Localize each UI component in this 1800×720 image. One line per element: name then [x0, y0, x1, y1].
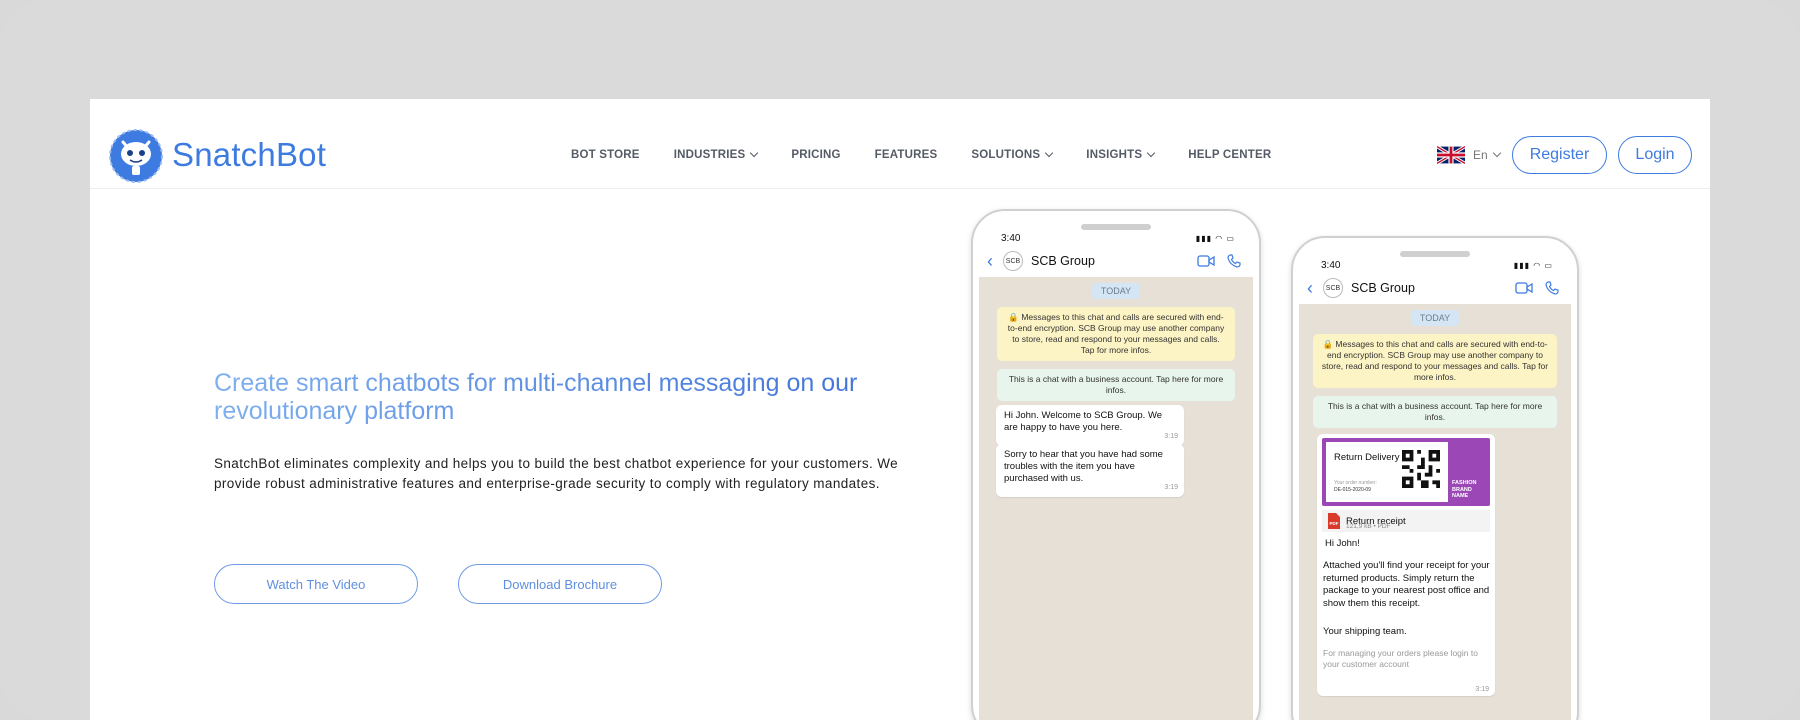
chevron-down-icon: [750, 148, 759, 158]
business-notice: This is a chat with a business account. …: [1313, 396, 1557, 428]
file-meta: 121,9 kB • PDF: [1346, 523, 1391, 530]
chat-body: TODAY 🔒 Messages to this chat and calls …: [979, 277, 1253, 720]
phone-screen: 3:40 ▮▮▮ ◠ ▭ ‹ SCB SCB Group TODAY 🔒 Mes…: [979, 217, 1253, 720]
nav-insights[interactable]: INSIGHTS: [1086, 148, 1156, 161]
uk-flag-icon: [1437, 146, 1465, 164]
language-selector[interactable]: En: [1437, 146, 1501, 164]
avatar: SCB: [1323, 278, 1343, 298]
encryption-notice: 🔒 Messages to this chat and calls are se…: [1313, 334, 1557, 388]
video-call-icon: [1515, 282, 1533, 294]
message-time: 3:19: [1475, 686, 1489, 693]
nav-label: INDUSTRIES: [673, 149, 746, 161]
hero-description: SnatchBot eliminates complexity and help…: [214, 456, 899, 491]
chat-header: ‹ SCB SCB Group: [979, 248, 1253, 274]
nav-bot-store[interactable]: BOT STORE: [571, 149, 640, 161]
receipt-message: Return Delivery Your order number: DE-01…: [1317, 434, 1495, 696]
status-time: 3:40: [1321, 260, 1341, 271]
signal-battery-icon: ▮▮▮ ◠ ▭: [1195, 234, 1235, 243]
pdf-file-icon: PDF: [1328, 513, 1340, 529]
nav-pricing[interactable]: PRICING: [791, 149, 840, 161]
nav-label: BOT STORE: [571, 149, 640, 161]
ticket-body: Return Delivery Your order number: DE-01…: [1326, 442, 1448, 502]
svg-text:PDF: PDF: [1330, 521, 1339, 526]
chat-contact-name: SCB Group: [1031, 254, 1095, 268]
chat-message: Sorry to hear that you have had some tro…: [996, 444, 1184, 497]
ticket-subtitle: Your order number:: [1334, 480, 1377, 486]
chevron-down-icon: [1045, 148, 1054, 158]
chat-contact-name: SCB Group: [1351, 281, 1415, 295]
back-arrow-icon: ‹: [987, 250, 993, 271]
phone-notch: [1081, 224, 1151, 230]
snatchbot-logo-icon[interactable]: [108, 128, 164, 184]
login-button[interactable]: Login: [1618, 136, 1692, 174]
phone-call-icon: [1545, 281, 1559, 295]
back-arrow-icon: ‹: [1307, 277, 1313, 298]
browser-frame: SnatchBot BOT STORE INDUSTRIES PRICING F…: [0, 0, 1800, 720]
language-label: En: [1473, 148, 1488, 162]
nav-help-center[interactable]: HELP CENTER: [1188, 149, 1271, 161]
video-call-icon: [1197, 255, 1215, 267]
nav-label: HELP CENTER: [1188, 149, 1272, 161]
nav-label: INSIGHTS: [1086, 149, 1143, 161]
message-text: Sorry to hear that you have had some tro…: [1004, 449, 1163, 484]
avatar: SCB: [1003, 251, 1023, 271]
phone-screen: 3:40 ▮▮▮ ◠ ▭ ‹ SCB SCB Group TODAY 🔒 Mes…: [1299, 244, 1571, 720]
nav-label: SOLUTIONS: [971, 149, 1041, 161]
pdf-attachment[interactable]: PDF Return receipt 121,9 kB • PDF: [1322, 510, 1490, 532]
chat-message: Hi John. Welcome to SCB Group. We are ha…: [996, 405, 1184, 446]
date-divider: TODAY: [1410, 310, 1460, 326]
hero-title: Create smart chatbots for multi-channel …: [214, 369, 914, 425]
nav-features[interactable]: FEATURES: [875, 149, 938, 161]
ticket-title: Return Delivery: [1334, 452, 1400, 463]
site-header: SnatchBot BOT STORE INDUSTRIES PRICING F…: [90, 99, 1710, 189]
date-divider: TODAY: [1091, 283, 1141, 299]
message-text: Hi John. Welcome to SCB Group. We are ha…: [1004, 410, 1163, 433]
qr-code-icon: [1402, 450, 1440, 488]
encryption-notice: 🔒 Messages to this chat and calls are se…: [997, 307, 1235, 361]
chat-header: ‹ SCB SCB Group: [1299, 275, 1571, 301]
message-signoff: Your shipping team.: [1323, 626, 1407, 637]
return-delivery-ticket[interactable]: Return Delivery Your order number: DE-01…: [1322, 438, 1490, 506]
nav-industries[interactable]: INDUSTRIES: [673, 148, 759, 161]
ticket-brand: FASHION BRAND NAME: [1452, 480, 1477, 499]
phone-call-icon: [1227, 254, 1241, 268]
brand-name[interactable]: SnatchBot: [172, 136, 326, 174]
chevron-down-icon: [1146, 148, 1156, 158]
signal-battery-icon: ▮▮▮ ◠ ▭: [1513, 261, 1553, 270]
main-nav: BOT STORE INDUSTRIES PRICING FEATURES SO…: [571, 148, 1305, 161]
phone-notch: [1400, 251, 1470, 257]
register-button[interactable]: Register: [1512, 136, 1607, 174]
phone-mockup-2: 3:40 ▮▮▮ ◠ ▭ ‹ SCB SCB Group TODAY 🔒 Mes…: [1291, 236, 1579, 720]
nav-solutions[interactable]: SOLUTIONS: [971, 148, 1054, 161]
phone-mockup-1: 3:40 ▮▮▮ ◠ ▭ ‹ SCB SCB Group TODAY 🔒 Mes…: [971, 209, 1261, 720]
chat-body: TODAY 🔒 Messages to this chat and calls …: [1299, 304, 1571, 720]
nav-label: FEATURES: [874, 149, 938, 161]
business-notice: This is a chat with a business account. …: [997, 369, 1235, 401]
ticket-number: DE-015-2020-09: [1334, 487, 1371, 493]
message-greeting: Hi John!: [1325, 538, 1360, 549]
watch-video-button[interactable]: Watch The Video: [214, 564, 418, 604]
message-footer: For managing your orders please login to…: [1323, 648, 1478, 669]
nav-label: PRICING: [791, 149, 841, 161]
chevron-down-icon: [1492, 148, 1501, 158]
message-time: 3:19: [1164, 484, 1178, 491]
message-time: 3:19: [1164, 433, 1178, 440]
status-time: 3:40: [1001, 233, 1021, 244]
message-body: Attached you'll find your receipt for yo…: [1323, 560, 1490, 609]
download-brochure-button[interactable]: Download Brochure: [458, 564, 662, 604]
web-page: SnatchBot BOT STORE INDUSTRIES PRICING F…: [90, 99, 1710, 720]
